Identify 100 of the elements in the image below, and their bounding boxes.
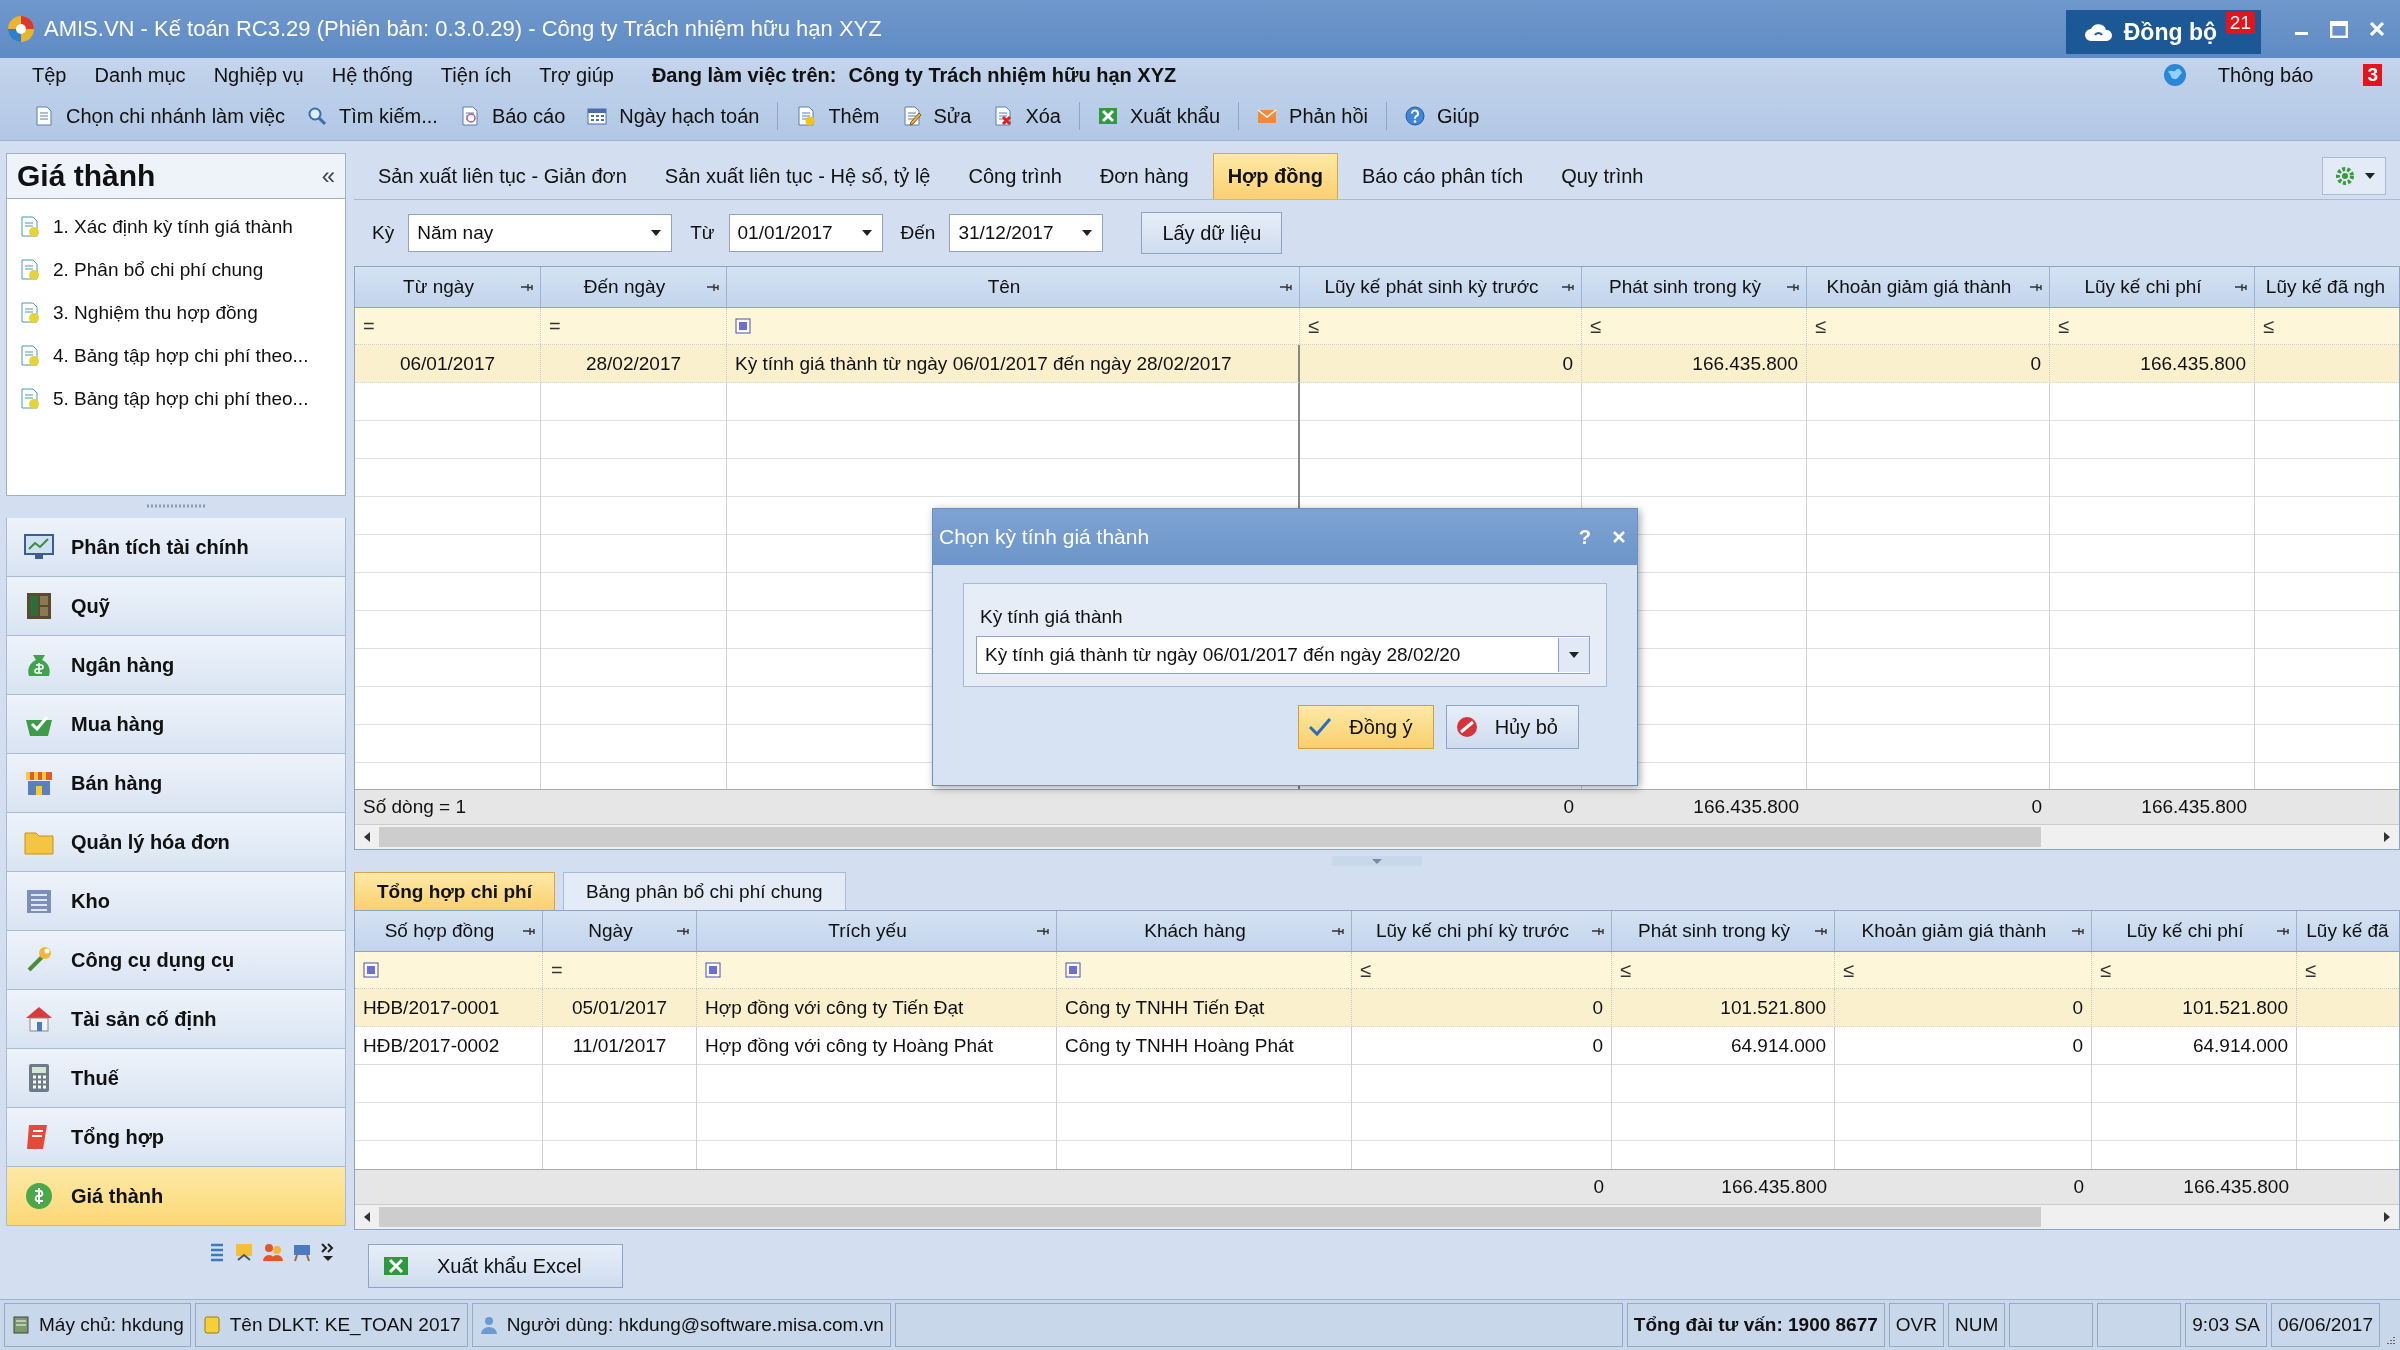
- task-item[interactable]: 3. Nghiệm thu hợp đồng: [7, 291, 345, 334]
- filter-operator[interactable]: ≤: [2305, 958, 2316, 982]
- toolbar-button[interactable]: Sửa: [897, 102, 976, 130]
- module-item[interactable]: Tài sản cố định: [6, 990, 346, 1049]
- module-item[interactable]: Quỹ: [6, 577, 346, 636]
- table-cell: Hợp đồng với công ty Hoàng Phát: [697, 1027, 1057, 1065]
- task-item[interactable]: 5. Bảng tập hợp chi phí theo...: [7, 377, 345, 420]
- period-dropdown[interactable]: Kỳ tính giá thành từ ngày 06/01/2017 đến ngày 28/02/20: [976, 636, 1590, 674]
- tab[interactable]: Bảng phân bổ chi phí chung: [562, 872, 846, 910]
- get-data-button[interactable]: Lấy dữ liệu: [1141, 212, 1283, 254]
- module-item[interactable]: Công cụ dụng cụ: [6, 931, 346, 990]
- menu-item[interactable]: Tiện ích: [438, 63, 514, 87]
- menu-item[interactable]: Tệp: [30, 63, 69, 87]
- toolbar-button[interactable]: Báo cáo: [455, 102, 570, 130]
- column-header[interactable]: Lũy kế đã: [2306, 920, 2389, 942]
- pin-icon: [519, 282, 534, 292]
- module-item[interactable]: Kho: [6, 872, 346, 931]
- filter-operator[interactable]: ≤: [2263, 314, 2274, 338]
- menu-item[interactable]: Trợ giúp: [537, 63, 616, 87]
- filter-operator[interactable]: ≤: [1843, 958, 1854, 982]
- status-text: OVR: [1895, 1314, 1937, 1336]
- menu-item[interactable]: Danh mục: [92, 63, 188, 87]
- column-header[interactable]: Lũy kế chi phí kỳ trước: [1375, 920, 1570, 942]
- close-button[interactable]: [1611, 529, 1627, 545]
- tab[interactable]: Tổng hợp chi phí: [354, 872, 555, 910]
- toolbar-button[interactable]: Ngày hạch toán: [583, 102, 764, 130]
- module-item[interactable]: Ngân hàng: [6, 636, 346, 695]
- tab[interactable]: Sản xuất liên tục - Hệ số, tỷ lệ: [650, 153, 945, 199]
- filter-operator[interactable]: ≤: [2058, 314, 2069, 338]
- document-icon: [19, 387, 41, 410]
- table-row[interactable]: HĐB/2017-0002 11/01/2017 Hợp đồng với công ty Hoàng Phát Công ty TNHH Hoàng Phát 0 64.914.000 0 64.914.000: [355, 1027, 2399, 1065]
- module-item[interactable]: Phân tích tài chính: [6, 518, 346, 577]
- tab[interactable]: Báo cáo phân tích: [1347, 153, 1538, 199]
- module-item[interactable]: Thuế: [6, 1049, 346, 1108]
- summary-cell-text: 0: [1562, 795, 1575, 819]
- column-header[interactable]: Số hợp đồng: [384, 920, 495, 942]
- ok-button[interactable]: Đồng ý: [1298, 705, 1434, 749]
- date-field[interactable]: 31/12/2017: [949, 214, 1104, 252]
- column-header[interactable]: Từ ngày: [403, 276, 474, 298]
- pin-icon: [705, 282, 720, 292]
- module-item[interactable]: Giá thành: [6, 1167, 346, 1226]
- task-item[interactable]: 1. Xác định kỳ tính giá thành: [7, 205, 345, 248]
- dropdown-button[interactable]: [1558, 638, 1589, 672]
- menu-item[interactable]: Nghiệp vụ: [211, 63, 306, 87]
- column-header[interactable]: Lũy kế chi phí: [2126, 920, 2244, 942]
- toolbar-button[interactable]: Giúp: [1401, 102, 1484, 130]
- sync-button[interactable]: Đồng bộ 21: [2065, 10, 2261, 54]
- module-item[interactable]: Quản lý hóa đơn: [6, 813, 346, 872]
- module-item[interactable]: Mua hàng: [6, 695, 346, 754]
- filter-operator[interactable]: ≤: [1590, 314, 1601, 338]
- filter-operator[interactable]: ≤: [1815, 314, 1826, 338]
- status-text: 06/06/2017: [2277, 1314, 2373, 1336]
- table-row[interactable]: 06/01/2017 28/02/2017 Kỳ tính giá thành từ ngày 06/01/2017 đến ngày 28/02/2017 0 166.435.800 0 166.435.800: [355, 345, 2399, 383]
- horizontal-scrollbar[interactable]: [355, 1204, 2399, 1229]
- table-row[interactable]: HĐB/2017-0001 05/01/2017 Hợp đồng với công ty Tiến Đạt Công ty TNHH Tiến Đạt 0 101.521.800 0 101.521.800: [355, 989, 2399, 1027]
- toolbar-button[interactable]: Xóa: [989, 102, 1065, 130]
- notification-button[interactable]: Thông báo 3: [2161, 62, 2400, 88]
- column-header[interactable]: Ngày: [588, 920, 633, 942]
- export-excel-button[interactable]: Xuất khẩu Excel: [368, 1244, 623, 1288]
- settings-button[interactable]: [2322, 157, 2386, 195]
- filter-operator[interactable]: ≤: [1360, 958, 1371, 982]
- tab[interactable]: Công trình: [954, 153, 1076, 199]
- column-header[interactable]: Khoản giảm giá thành: [1861, 920, 2047, 942]
- filter-operator[interactable]: ≤: [2100, 958, 2111, 982]
- column-header[interactable]: Khách hàng: [1144, 920, 1246, 942]
- filter-operator[interactable]: =: [551, 958, 563, 982]
- date-field[interactable]: 01/01/2017: [728, 214, 883, 252]
- tab[interactable]: Hợp đồng: [1212, 153, 1338, 199]
- column-header[interactable]: Đến ngày: [583, 276, 666, 298]
- filter-operator[interactable]: =: [549, 314, 561, 338]
- people-icon: [262, 1242, 284, 1262]
- column-header[interactable]: Phát sinh trong kỳ: [1637, 920, 1791, 942]
- summary-cell-text: 166.435.800: [2140, 795, 2248, 819]
- column-header[interactable]: Lũy kế phát sinh kỳ trước: [1324, 276, 1539, 298]
- toolbar-button[interactable]: Thêm: [792, 102, 884, 130]
- toolbar-button[interactable]: Tìm kiếm...: [303, 102, 442, 130]
- tab[interactable]: Quy trình: [1547, 153, 1658, 199]
- module-item[interactable]: Tổng hợp: [6, 1108, 346, 1167]
- menu-item[interactable]: Hệ thống: [329, 63, 415, 87]
- toolbar-button[interactable]: Xuất khẩu: [1094, 102, 1225, 130]
- column-header[interactable]: Lũy kế đã ngh: [2265, 276, 2386, 298]
- collapse-button[interactable]: «: [321, 162, 335, 190]
- column-header[interactable]: Tên: [987, 276, 1021, 298]
- filter-operator[interactable]: ≤: [1620, 958, 1631, 982]
- task-item[interactable]: 4. Bảng tập hợp chi phí theo...: [7, 334, 345, 377]
- column-header[interactable]: Khoản giảm giá thành: [1826, 276, 2012, 298]
- column-header[interactable]: Phát sinh trong kỳ: [1608, 276, 1762, 298]
- horizontal-scrollbar[interactable]: [355, 824, 2399, 849]
- cancel-button[interactable]: Hủy bỏ: [1445, 705, 1579, 749]
- toolbar-button[interactable]: Phản hồi: [1253, 102, 1373, 130]
- task-item[interactable]: 2. Phân bổ chi phí chung: [7, 248, 345, 291]
- filter-operator[interactable]: ≤: [1308, 314, 1319, 338]
- tab[interactable]: Sản xuất liên tục - Giản đơn: [364, 153, 641, 199]
- toolbar-button[interactable]: Chọn chi nhánh làm việc: [30, 102, 289, 130]
- period-dropdown[interactable]: Năm nay: [408, 214, 673, 252]
- module-item[interactable]: Bán hàng: [6, 754, 346, 813]
- column-header[interactable]: Trích yếu: [828, 920, 907, 942]
- filter-operator[interactable]: =: [363, 314, 375, 338]
- column-header[interactable]: Lũy kế chi phí: [2084, 276, 2202, 298]
- tab[interactable]: Đơn hàng: [1085, 153, 1203, 199]
